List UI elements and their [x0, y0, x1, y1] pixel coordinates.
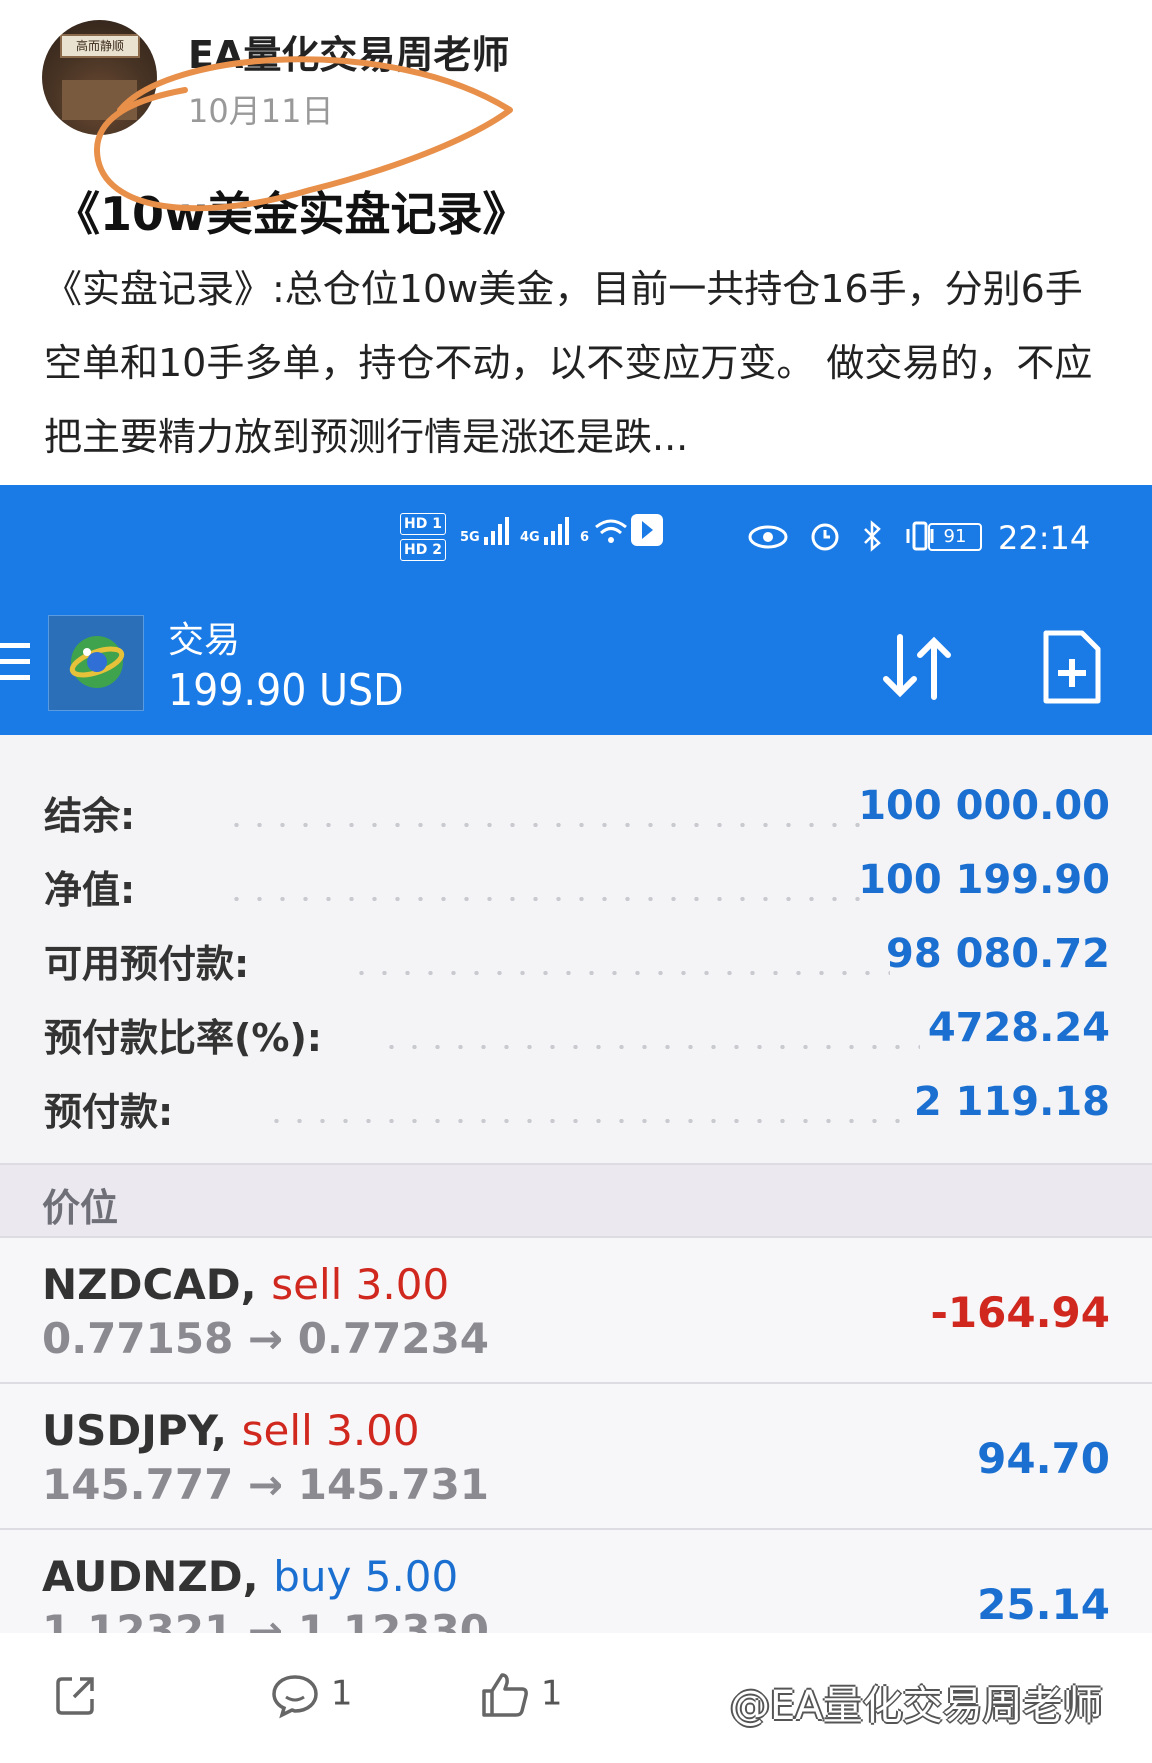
signal-4g-icon: 4G	[520, 515, 572, 545]
hamburger-menu-icon[interactable]	[0, 643, 30, 683]
position-side: sell 3.00	[241, 1406, 420, 1455]
summary-label: 预付款比率(%):	[44, 1016, 323, 1060]
position-profit: 94.70	[977, 1434, 1110, 1483]
hd1-badge: HD 1	[400, 513, 446, 535]
position-profit: -164.94	[930, 1288, 1110, 1337]
dotted-leader	[225, 897, 865, 901]
symbol-text: NZDCAD,	[42, 1260, 257, 1309]
battery-indicator: 91	[928, 523, 982, 551]
thumbs-up-icon	[482, 1673, 528, 1717]
post-body[interactable]: 《实盘记录》:总仓位10w美金，目前一共持仓16手，分别6手空单和10手多单，持…	[44, 252, 1114, 474]
section-header-prices: 价位	[0, 1163, 1152, 1238]
hd-indicator: HD 1 HD 2	[400, 513, 446, 565]
mt4-logo-icon	[48, 615, 144, 711]
comment-icon	[272, 1675, 318, 1719]
mt4-app-header: HD 1 HD 2 5G 4G 6 91 22:14 交易 199.90 USD	[0, 485, 1152, 735]
floating-profit-header: 199.90 USD	[168, 665, 404, 716]
summary-row-balance: 结余: 100 000.00	[0, 777, 1152, 851]
account-summary: 结余: 100 000.00 净值: 100 199.90 可用预付款: 98 …	[0, 735, 1152, 1163]
like-count: 1	[540, 1673, 563, 1714]
screen-title: 交易	[168, 620, 241, 661]
symbol-text: AUDNZD,	[42, 1552, 259, 1601]
status-icons	[748, 519, 937, 561]
clock: 22:14	[998, 519, 1091, 557]
alarm-icon	[811, 523, 839, 551]
share-app-icon	[631, 514, 663, 546]
summary-label: 净值:	[44, 868, 136, 912]
dotted-leader	[350, 971, 890, 975]
like-button[interactable]: 1	[480, 1671, 562, 1719]
position-side: buy 5.00	[273, 1552, 459, 1601]
symbol-text: USDJPY,	[42, 1406, 228, 1455]
share-button[interactable]	[52, 1671, 100, 1719]
summary-label: 结余:	[44, 794, 136, 838]
positions-list: NZDCAD, sell 3.00 0.77158 → 0.77234 -164…	[0, 1238, 1152, 1633]
position-prices: 0.77158 → 0.77234	[42, 1314, 490, 1363]
sort-icon[interactable]	[878, 627, 958, 707]
summary-label: 预付款:	[44, 1090, 174, 1134]
watermark-text: @EA量化交易周老师	[730, 1683, 1103, 1729]
phone-status-bar: HD 1 HD 2 5G 4G 6 91 22:14	[0, 505, 1152, 565]
position-row[interactable]: NZDCAD, sell 3.00 0.77158 → 0.77234 -164…	[0, 1238, 1152, 1384]
dotted-leader	[380, 1045, 920, 1049]
summary-row-margin: 预付款: 2 119.18	[0, 1073, 1152, 1147]
share-icon	[56, 1677, 94, 1715]
position-prices: 1.12321 → 1.12330	[42, 1606, 490, 1633]
position-symbol: AUDNZD, buy 5.00	[42, 1552, 458, 1601]
position-symbol: USDJPY, sell 3.00	[42, 1406, 420, 1455]
section-label: 价位	[42, 1186, 119, 1230]
summary-value: 98 080.72	[886, 931, 1110, 977]
post-action-bar: 1 1 @EA量化交易周老师	[0, 1633, 1152, 1763]
summary-value: 2 119.18	[913, 1079, 1110, 1125]
position-symbol: NZDCAD, sell 3.00	[42, 1260, 449, 1309]
bluetooth-icon	[864, 520, 881, 552]
summary-row-free-margin: 可用预付款: 98 080.72	[0, 925, 1152, 999]
summary-label: 可用预付款:	[44, 942, 250, 986]
summary-row-equity: 净值: 100 199.90	[0, 851, 1152, 925]
eye-icon	[748, 525, 788, 549]
summary-value: 4728.24	[927, 1005, 1110, 1051]
new-order-icon[interactable]	[1040, 627, 1104, 707]
summary-row-margin-level: 预付款比率(%): 4728.24	[0, 999, 1152, 1073]
position-side: sell 3.00	[271, 1260, 450, 1309]
comment-count: 1	[330, 1673, 353, 1714]
post-header: 高而静顺 EA量化交易周老师 10月11日 《10w美金实盘记录》 《实盘记录》…	[0, 0, 1152, 485]
dotted-leader	[225, 823, 865, 827]
comment-button[interactable]: 1	[270, 1671, 352, 1719]
dotted-leader	[265, 1119, 905, 1123]
hd2-badge: HD 2	[400, 539, 446, 561]
position-prices: 145.777 → 145.731	[42, 1460, 490, 1509]
position-row[interactable]: AUDNZD, buy 5.00 1.12321 → 1.12330 25.14	[0, 1530, 1152, 1633]
position-row[interactable]: USDJPY, sell 3.00 145.777 → 145.731 94.7…	[0, 1384, 1152, 1530]
summary-value: 100 199.90	[858, 857, 1110, 903]
summary-value: 100 000.00	[858, 783, 1110, 829]
hand-drawn-circle-annotation	[93, 56, 513, 212]
position-profit: 25.14	[977, 1580, 1110, 1629]
signal-5g-icon: 5G	[460, 515, 512, 545]
wifi-icon: 6	[580, 515, 628, 545]
